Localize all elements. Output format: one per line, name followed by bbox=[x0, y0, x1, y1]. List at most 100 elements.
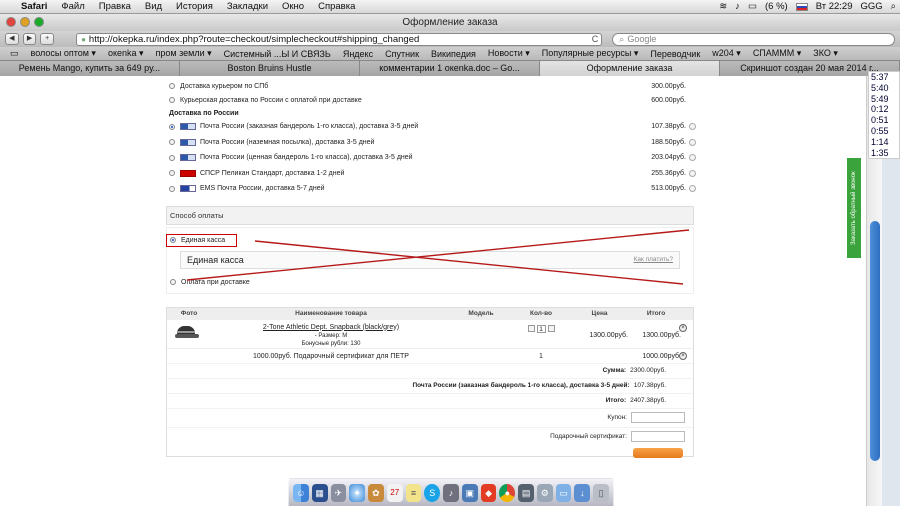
user-name[interactable]: GGG bbox=[857, 1, 887, 12]
folder-icon[interactable]: ▭ bbox=[555, 483, 572, 502]
menu-history[interactable]: История bbox=[169, 1, 220, 12]
back-button[interactable]: ◀ bbox=[5, 33, 19, 45]
remove-cert-icon[interactable]: × bbox=[679, 351, 687, 360]
shipping-radio[interactable] bbox=[169, 83, 175, 89]
scroll-thumb[interactable] bbox=[870, 221, 880, 461]
wifi-icon[interactable]: ≋ bbox=[715, 1, 731, 12]
finder-icon[interactable]: ☺ bbox=[293, 483, 309, 502]
shipping-radio[interactable] bbox=[169, 139, 175, 146]
url-text[interactable]: http://okepka.ru/index.php?route=checkou… bbox=[89, 34, 419, 45]
forward-button[interactable]: ▶ bbox=[22, 33, 37, 45]
time-item[interactable]: 0:12 bbox=[871, 104, 899, 115]
qty-decrease-button[interactable] bbox=[527, 325, 535, 332]
bookmark-item[interactable]: океnka ▾ bbox=[102, 48, 150, 59]
menu-view[interactable]: Вид bbox=[138, 1, 169, 12]
time-item[interactable]: 5:37 bbox=[871, 72, 899, 83]
shipping-option[interactable]: Почта России (наземная посылка), доставк… bbox=[166, 135, 696, 151]
app-menu[interactable]: Safari bbox=[14, 1, 54, 12]
coupon-input[interactable] bbox=[631, 412, 685, 423]
photos-icon[interactable]: ✿ bbox=[368, 483, 384, 502]
spotlight-icon[interactable]: ⌕ bbox=[887, 1, 900, 12]
close-window-icon[interactable] bbox=[6, 17, 16, 27]
menu-bookmarks[interactable]: Закладки bbox=[220, 1, 275, 12]
menu-edit[interactable]: Правка bbox=[92, 1, 138, 12]
tab-bruins[interactable]: Boston Bruins Hustle bbox=[180, 61, 360, 76]
shipping-option[interactable]: Почта России (заказная бандероль 1-го кл… bbox=[166, 119, 696, 135]
preview-icon[interactable]: ▣ bbox=[461, 483, 478, 502]
chrome-icon[interactable]: ● bbox=[499, 483, 516, 502]
shipping-option[interactable]: Курьерская доставка по России с оплатой … bbox=[166, 93, 694, 107]
bookmark-item[interactable]: Яндекс bbox=[337, 49, 379, 59]
bookmark-item[interactable]: Википедия bbox=[425, 49, 482, 59]
calendar-icon[interactable]: 27 bbox=[386, 483, 403, 502]
app-icon[interactable]: ⚙ bbox=[536, 483, 553, 502]
bookmark-item[interactable]: Переводчик bbox=[644, 49, 706, 59]
submit-order-button[interactable] bbox=[633, 447, 683, 458]
shipping-radio[interactable] bbox=[169, 185, 175, 192]
shipping-radio[interactable] bbox=[169, 154, 175, 161]
time-item[interactable]: 0:55 bbox=[871, 126, 899, 137]
guitar-icon[interactable]: ♪ bbox=[443, 483, 459, 502]
shipping-option[interactable]: Почта России (ценная бандероль 1-го клас… bbox=[166, 150, 696, 166]
shipping-option[interactable]: EMS Почта России, доставка 5-7 дней 513.… bbox=[166, 181, 696, 197]
time-item[interactable]: 0:51 bbox=[871, 115, 899, 126]
downloads-icon[interactable]: ↓ bbox=[574, 483, 591, 502]
bookmark-item[interactable]: пром земли ▾ bbox=[150, 48, 218, 59]
qty-input[interactable]: 1 bbox=[536, 324, 546, 333]
launchpad-icon[interactable]: ✈ bbox=[330, 483, 347, 502]
clock[interactable]: Вт 22:29 bbox=[812, 1, 857, 12]
shipping-option[interactable]: СПСР Пеликан Стандарт, доставка 1-2 дней… bbox=[166, 166, 696, 182]
zoom-window-icon[interactable] bbox=[34, 17, 44, 27]
bookmark-item[interactable]: волосы оптом ▾ bbox=[25, 48, 102, 59]
bookmark-item[interactable]: Спутник bbox=[379, 49, 425, 59]
info-icon[interactable] bbox=[689, 138, 696, 146]
notes-icon[interactable]: ≡ bbox=[405, 483, 422, 502]
reload-icon[interactable]: C bbox=[592, 34, 599, 45]
bookmark-item[interactable]: w204 ▾ bbox=[706, 48, 747, 59]
battery-icon[interactable]: ▭ bbox=[744, 1, 761, 12]
product-photo[interactable] bbox=[167, 320, 211, 348]
tab-comments[interactable]: комментарии 1 океnka.doc – Go... bbox=[360, 61, 540, 76]
info-icon[interactable] bbox=[689, 185, 696, 193]
remove-item-icon[interactable]: × bbox=[679, 323, 687, 332]
bookmark-item[interactable]: СПАМММ ▾ bbox=[747, 48, 807, 59]
skype-icon[interactable]: S bbox=[424, 483, 441, 502]
info-icon[interactable] bbox=[689, 169, 696, 177]
reading-list-icon[interactable]: ▭ bbox=[4, 48, 25, 59]
safari-icon[interactable]: ✦ bbox=[349, 483, 366, 502]
callback-tab[interactable]: Заказать обратный звонок bbox=[847, 158, 861, 258]
tab-mango[interactable]: Ремень Mango, купить за 649 ру... bbox=[0, 61, 180, 76]
trash-icon[interactable]: ▯ bbox=[593, 483, 610, 502]
minimize-window-icon[interactable] bbox=[20, 17, 30, 27]
search-input[interactable]: ⌕ Google bbox=[612, 32, 895, 46]
bookmark-item[interactable]: Новости ▾ bbox=[482, 48, 536, 59]
certificate-input[interactable] bbox=[631, 431, 685, 442]
address-bar[interactable]: ● http://okepka.ru/index.php?route=check… bbox=[76, 32, 603, 46]
menu-window[interactable]: Окно bbox=[275, 1, 311, 12]
product-link[interactable]: 2-Tone Athletic Dept. Snapback (black/gr… bbox=[211, 324, 451, 332]
mission-control-icon[interactable]: ▦ bbox=[311, 483, 328, 502]
shipping-radio[interactable] bbox=[169, 123, 175, 130]
bookmark-item[interactable]: Популярные ресурсы ▾ bbox=[536, 48, 645, 59]
info-icon[interactable] bbox=[689, 123, 696, 131]
menu-help[interactable]: Справка bbox=[311, 1, 362, 12]
app-icon[interactable]: ◆ bbox=[480, 483, 497, 502]
shipping-option[interactable]: Доставка курьером по СПб 300.00руб. bbox=[166, 79, 694, 93]
time-item[interactable]: 1:35 bbox=[871, 148, 899, 159]
app-icon[interactable]: ▤ bbox=[518, 483, 534, 502]
time-item[interactable]: 1:14 bbox=[871, 137, 899, 148]
shipping-radio[interactable] bbox=[169, 97, 175, 103]
time-item[interactable]: 5:40 bbox=[871, 83, 899, 94]
bookmark-item[interactable]: ЗКО ▾ bbox=[807, 48, 844, 59]
quantity-stepper: 1 bbox=[511, 320, 571, 348]
info-icon[interactable] bbox=[689, 154, 696, 162]
time-item[interactable]: 5:49 bbox=[871, 94, 899, 105]
tab-checkout[interactable]: Оформление заказа bbox=[540, 61, 720, 76]
add-bookmark-button[interactable]: + bbox=[40, 33, 55, 45]
shipping-radio[interactable] bbox=[169, 170, 175, 177]
volume-icon[interactable]: ♪ bbox=[731, 1, 744, 12]
bookmark-item[interactable]: Системный ...Ы И СВЯЗЬ bbox=[218, 49, 337, 59]
menu-file[interactable]: Файл bbox=[54, 1, 91, 12]
qty-increase-button[interactable] bbox=[547, 325, 555, 332]
flag-icon[interactable] bbox=[795, 2, 808, 11]
